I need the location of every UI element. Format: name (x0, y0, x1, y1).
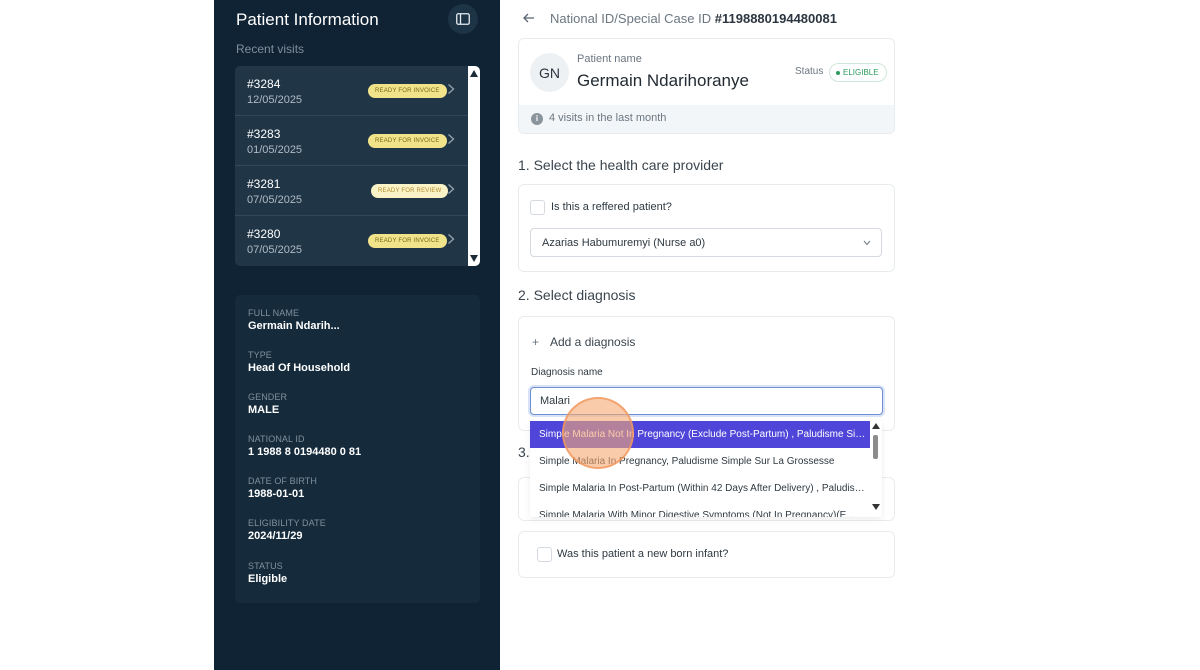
diagnosis-dropdown: Simple Malaria Not In Pregnancy (Exclude… (530, 421, 882, 517)
detail-value: Head Of Household (248, 362, 351, 374)
diagnosis-card: + Add a diagnosis Diagnosis name (518, 316, 895, 431)
status-label: Status (795, 66, 824, 77)
detail-label: STATUS (248, 561, 283, 571)
detail-date-of-birth: DATE OF BIRTH 1988-01-01 (248, 476, 317, 500)
detail-value: MALE (248, 404, 280, 416)
newborn-checkbox[interactable] (537, 547, 552, 562)
diagnosis-option[interactable]: Simple Malaria Not In Pregnancy (Exclude… (530, 421, 870, 448)
chevron-right-icon (447, 133, 459, 147)
provider-select-value: Azarias Habumuremyi (Nurse a0) (542, 237, 706, 249)
diagnosis-option[interactable]: Simple Malaria In Pregnancy, Paludisme S… (530, 448, 870, 475)
visit-item[interactable]: #3284 12/05/2025 READY FOR INVOICE (235, 66, 468, 116)
panel-toggle-icon (456, 13, 470, 25)
detail-full-name: FULL NAME Germain Ndarih... (248, 308, 340, 332)
dropdown-scrollbar[interactable] (870, 421, 882, 517)
visits-summary-bar: i 4 visits in the last month (519, 105, 894, 133)
provider-select[interactable]: Azarias Habumuremyi (Nurse a0) (530, 228, 882, 257)
provider-card: Is this a reffered patient? Azarias Habu… (518, 184, 895, 272)
step3-heading: 3. (518, 444, 530, 460)
plus-icon: + (532, 335, 540, 349)
chevron-right-icon (447, 233, 459, 247)
visit-date: 12/05/2025 (247, 94, 303, 106)
id-value: #1198880194480081 (714, 11, 837, 26)
back-arrow-icon[interactable] (523, 10, 535, 26)
status-text: ELIGIBLE (843, 68, 879, 77)
visit-item[interactable]: #3283 01/05/2025 READY FOR INVOICE (235, 116, 468, 166)
detail-gender: GENDER MALE (248, 392, 287, 416)
newborn-card: Was this patient a new born infant? (518, 531, 895, 578)
detail-eligibility-date: ELIGIBILITY DATE 2024/11/29 (248, 518, 326, 542)
page: Patient Information Recent visits #3284 … (0, 0, 1200, 670)
scroll-up-arrow-icon[interactable] (872, 423, 880, 429)
diagnosis-name-label: Diagnosis name (531, 367, 603, 378)
avatar: GN (530, 53, 569, 92)
detail-value: 1988-01-01 (248, 488, 305, 500)
visit-date: 07/05/2025 (247, 244, 303, 256)
detail-status: STATUS Eligible (248, 561, 287, 585)
visit-item[interactable]: #3280 07/05/2025 READY FOR INVOICE (235, 216, 468, 266)
referred-label: Is this a reffered patient? (551, 201, 672, 213)
visit-status-badge: READY FOR REVIEW (371, 184, 449, 198)
visit-status-badge: READY FOR INVOICE (368, 134, 447, 148)
info-icon: i (531, 113, 543, 125)
detail-value: 2024/11/29 (248, 530, 303, 542)
id-label: National ID/Special Case ID (550, 11, 712, 26)
chevron-right-icon (447, 83, 459, 97)
diagnosis-search-input[interactable] (530, 387, 883, 415)
sidebar: Patient Information Recent visits #3284 … (214, 0, 500, 670)
detail-label: TYPE (248, 350, 272, 360)
newborn-label: Was this patient a new born infant? (557, 548, 729, 560)
detail-label: ELIGIBILITY DATE (248, 518, 326, 528)
detail-label: DATE OF BIRTH (248, 476, 317, 486)
chevron-down-icon (863, 238, 871, 248)
add-diagnosis-label: Add a diagnosis (550, 335, 636, 349)
diagnosis-option[interactable]: Simple Malaria With Minor Digestive Symp… (530, 502, 870, 517)
referred-checkbox[interactable] (530, 200, 545, 215)
scroll-down-arrow-icon[interactable] (470, 255, 478, 262)
sidebar-title: Patient Information (236, 10, 379, 29)
chevron-right-icon (447, 183, 459, 197)
add-diagnosis-button[interactable]: + Add a diagnosis (532, 335, 635, 349)
status-dot-icon (836, 70, 840, 75)
visit-id: #3283 (247, 127, 281, 141)
detail-value: 1 1988 8 0194480 0 81 (248, 446, 362, 458)
visit-date: 07/05/2025 (247, 194, 303, 206)
patient-name: Germain Ndarihoranye (577, 71, 749, 90)
detail-type: TYPE Head Of Household (248, 350, 350, 374)
visit-item[interactable]: #3281 07/05/2025 READY FOR REVIEW (235, 166, 468, 216)
page-title: National ID/Special Case ID #11988801944… (550, 11, 837, 26)
scrollbar-thumb[interactable] (873, 435, 878, 459)
detail-national-id: NATIONAL ID 1 1988 8 0194480 0 81 (248, 434, 361, 458)
step2-heading: 2. Select diagnosis (518, 287, 636, 303)
visit-id: #3280 (247, 227, 281, 241)
scroll-up-arrow-icon[interactable] (470, 70, 478, 77)
sidebar-toggle-button[interactable] (448, 4, 478, 34)
status-badge: ELIGIBLE (829, 63, 887, 82)
recent-visits-list: #3284 12/05/2025 READY FOR INVOICE #3283… (235, 66, 480, 266)
visit-date: 01/05/2025 (247, 144, 303, 156)
detail-label: FULL NAME (248, 308, 300, 318)
patient-card: GN Patient name Germain Ndarihoranye Sta… (518, 38, 895, 134)
patient-name-label: Patient name (577, 53, 642, 65)
visits-summary-text: 4 visits in the last month (549, 112, 667, 124)
detail-value: Eligible (248, 573, 288, 585)
visits-scrollbar[interactable] (468, 66, 480, 266)
visit-status-badge: READY FOR INVOICE (368, 84, 447, 98)
visit-id: #3284 (247, 77, 281, 91)
detail-label: GENDER (248, 392, 288, 402)
detail-value: Germain Ndarih... (248, 320, 340, 332)
step1-heading: 1. Select the health care provider (518, 157, 724, 173)
visit-status-badge: READY FOR INVOICE (368, 234, 447, 248)
visit-id: #3281 (247, 177, 281, 191)
patient-details-panel: FULL NAME Germain Ndarih... TYPE Head Of… (235, 295, 480, 603)
scroll-down-arrow-icon[interactable] (872, 504, 880, 510)
diagnosis-option[interactable]: Simple Malaria In Post-Partum (Within 42… (530, 475, 870, 502)
detail-label: NATIONAL ID (248, 434, 305, 444)
recent-visits-heading: Recent visits (236, 42, 305, 56)
